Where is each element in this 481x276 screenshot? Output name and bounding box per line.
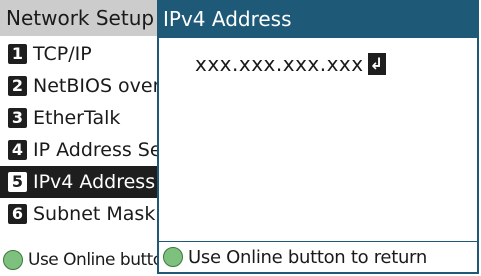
menu-item-number: 4: [8, 140, 27, 160]
menu-item-ethertalk[interactable]: 3 EtherTalk: [0, 102, 159, 134]
online-button-icon: [3, 250, 23, 270]
menu-item-number: 2: [8, 76, 27, 96]
menu-footer-text: Use Online button to return: [28, 250, 159, 270]
menu-item-label: EtherTalk: [33, 107, 121, 129]
menu-item-ip-address-set[interactable]: 4 IP Address Set: [0, 134, 159, 166]
menu-item-label: Subnet Mask: [33, 203, 156, 225]
online-button-icon: [163, 247, 183, 267]
menu-item-number: 3: [8, 108, 27, 128]
ipv4-address-dialog: IPv4 Address xxx.xxx.xxx.xxx ↲ Use Onlin…: [157, 0, 479, 274]
menu-item-label: TCP/IP: [33, 43, 92, 65]
menu-item-tcpip[interactable]: 1 TCP/IP: [0, 38, 159, 70]
menu-item-label: IP Address Set: [33, 139, 159, 161]
menu-footer-hint: Use Online button to return: [0, 244, 159, 276]
menu-item-label: IPv4 Address: [33, 171, 156, 193]
menu-item-number: 6: [8, 204, 27, 224]
ipv4-address-value: xxx.xxx.xxx.xxx: [195, 52, 364, 76]
menu-item-number: 5: [8, 172, 27, 192]
menu-item-netbios[interactable]: 2 NetBIOS over TCP: [0, 70, 159, 102]
network-setup-menu: Network Setup 1 TCP/IP 2 NetBIOS over TC…: [0, 0, 159, 276]
menu-item-ipv4-address[interactable]: 5 IPv4 Address: [0, 166, 159, 198]
dialog-footer-text: Use Online button to return: [188, 246, 427, 268]
menu-item-number: 1: [8, 44, 27, 64]
menu-list: 1 TCP/IP 2 NetBIOS over TCP 3 EtherTalk …: [0, 38, 159, 230]
menu-item-label: NetBIOS over TCP: [33, 75, 159, 97]
screen: Network Setup 1 TCP/IP 2 NetBIOS over TC…: [0, 0, 481, 276]
ipv4-address-field[interactable]: xxx.xxx.xxx.xxx ↲: [195, 50, 386, 78]
menu-item-subnet-mask[interactable]: 6 Subnet Mask: [0, 198, 159, 230]
enter-icon[interactable]: ↲: [367, 53, 386, 75]
dialog-footer-hint: Use Online button to return: [159, 241, 477, 272]
dialog-title: IPv4 Address: [159, 2, 477, 38]
menu-title: Network Setup: [0, 0, 159, 36]
